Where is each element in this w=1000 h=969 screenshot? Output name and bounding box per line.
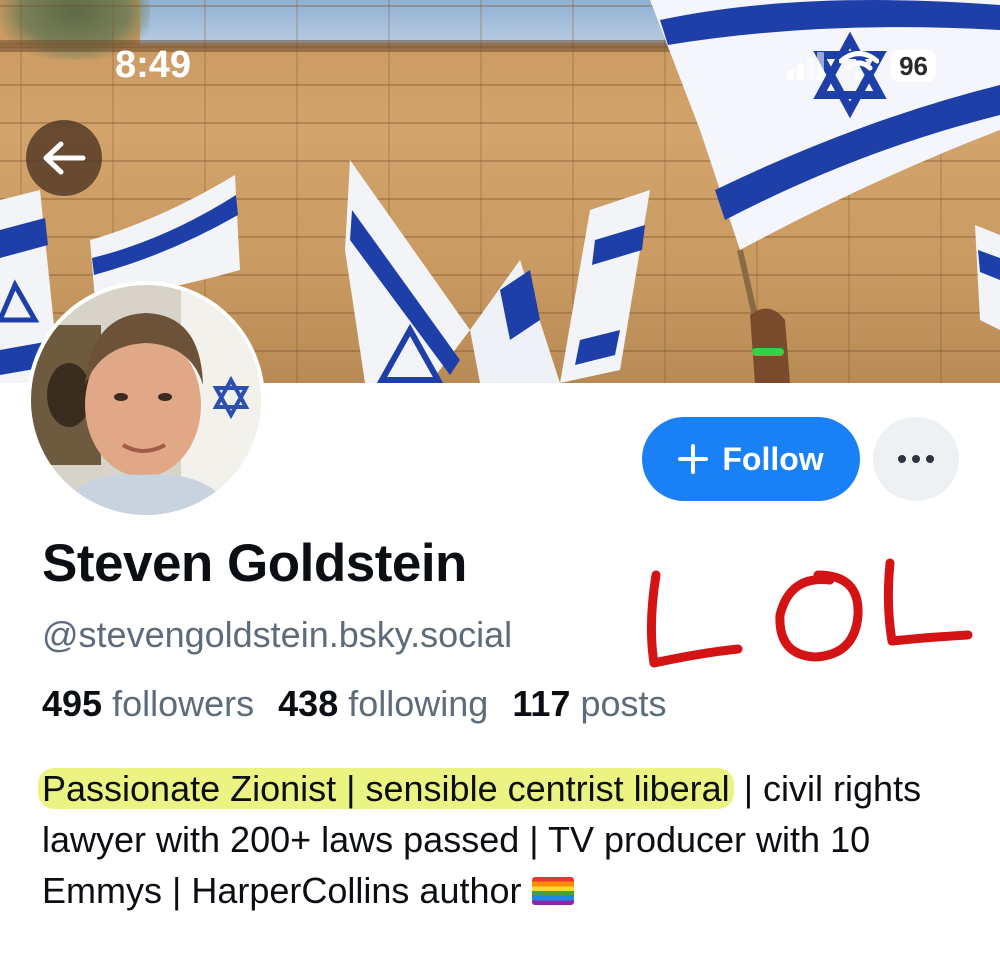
following-label: following [348, 683, 489, 724]
status-time: 8:49 [115, 44, 192, 86]
profile-stats: 495 followers 438 following 117 posts [42, 683, 666, 725]
following-count: 438 [278, 683, 339, 724]
flag-mid-left [90, 175, 240, 300]
plus-icon [678, 444, 709, 474]
display-name: Steven Goldstein [42, 534, 467, 593]
status-icons: 96 [787, 50, 936, 82]
followers-label: followers [112, 683, 255, 724]
posts-count: 117 [512, 683, 571, 724]
avatar[interactable] [27, 281, 265, 519]
rainbow-flag-icon [531, 877, 574, 905]
avatar-photo [31, 285, 261, 515]
more-options-button[interactable] [873, 417, 959, 501]
battery-indicator: 96 [891, 50, 936, 82]
handwritten-lol-annotation [646, 558, 973, 668]
bio-highlighted-text: Passionate Zionist | sensible centrist l… [38, 768, 734, 809]
signal-icon [787, 52, 825, 80]
wifi-icon [839, 51, 880, 80]
following-stat[interactable]: 438 following [278, 683, 488, 725]
flag-far-right [975, 225, 1000, 330]
bio: Passionate Zionist | sensible centrist l… [38, 763, 972, 916]
arrow-left-icon [43, 141, 86, 175]
followers-count: 495 [42, 683, 103, 724]
back-button[interactable] [26, 120, 102, 196]
follow-label: Follow [722, 440, 824, 477]
flag-right-center [560, 190, 650, 383]
followers-stat[interactable]: 495 followers [42, 683, 254, 725]
follow-button[interactable]: Follow [642, 417, 860, 501]
hand [750, 308, 790, 383]
ellipsis-icon [898, 455, 934, 463]
handle: @stevengoldstein.bsky.social [42, 614, 513, 655]
flag-center [345, 160, 560, 383]
